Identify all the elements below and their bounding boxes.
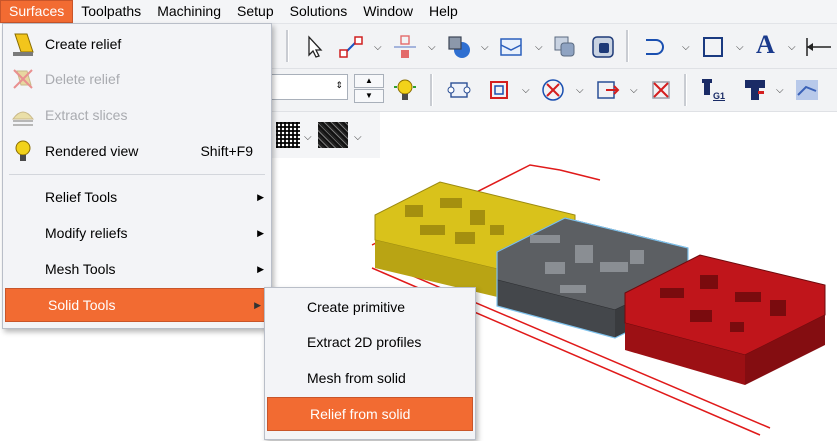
submenu-arrow-icon: ▶: [257, 227, 264, 238]
spin-arrows-icon[interactable]: ⇕: [335, 80, 343, 91]
menu-machining[interactable]: Machining: [149, 0, 229, 23]
menu-item-relief-from-solid[interactable]: Relief from solid: [267, 397, 473, 431]
boolean-shapes-icon[interactable]: [552, 34, 578, 60]
menu-item-label: Modify reliefs: [45, 225, 128, 241]
chevron-down-icon[interactable]: ⌵: [682, 42, 690, 53]
solid-tools-submenu: Create primitive Extract 2D profiles Mes…: [264, 287, 476, 440]
menu-item-label: Extract slices: [45, 107, 128, 123]
menu-window[interactable]: Window: [355, 0, 421, 23]
rectangle-icon[interactable]: [700, 34, 726, 60]
menu-surfaces[interactable]: Surfaces: [0, 0, 74, 23]
chevron-down-icon[interactable]: ⌵: [428, 42, 436, 53]
delete-toolpath-icon[interactable]: [648, 77, 674, 103]
chevron-down-icon[interactable]: ⌵: [736, 42, 744, 53]
chevron-down-icon[interactable]: ⌵: [481, 42, 489, 53]
simulation-icon[interactable]: [794, 77, 820, 103]
menu-item-shortcut: Shift+F9: [200, 143, 253, 159]
toolbar-separator: [430, 74, 433, 106]
create-relief-icon: [13, 33, 34, 56]
node-edit-icon[interactable]: [338, 34, 364, 60]
lightbulb-icon: [15, 140, 31, 161]
menu-separator: [9, 174, 265, 175]
toolbar-row-3: ⌵ ⌵: [270, 112, 380, 158]
menu-item-label: Relief Tools: [45, 189, 118, 205]
chevron-down-icon[interactable]: ⌵: [374, 42, 382, 53]
menu-toolpaths[interactable]: Toolpaths: [73, 0, 149, 23]
menu-setup[interactable]: Setup: [229, 0, 282, 23]
menu-item-create-primitive[interactable]: Create primitive: [265, 290, 475, 324]
scroll-icon[interactable]: [446, 77, 472, 103]
menu-item-relief-tools[interactable]: Relief Tools ▶: [3, 180, 271, 214]
cancel-circle-icon[interactable]: [540, 77, 566, 103]
menu-item-label: Create relief: [45, 36, 122, 52]
text-tool-icon[interactable]: A: [756, 30, 780, 62]
tool-holder-icon[interactable]: [742, 77, 768, 103]
pattern-swatch-2[interactable]: [318, 122, 348, 148]
boundary-icon[interactable]: [486, 77, 512, 103]
menu-item-label: Solid Tools: [48, 297, 116, 313]
spin-buttons: ▲ ▼: [354, 74, 384, 103]
shape-shaded-icon[interactable]: [446, 34, 472, 60]
menu-item-extract-slices: Extract slices: [3, 98, 271, 132]
menu-item-label: Delete relief: [45, 71, 120, 87]
spin-down-button[interactable]: ▼: [354, 89, 384, 103]
delete-relief-icon: [13, 69, 33, 89]
extract-slices-icon: [12, 111, 34, 126]
select-cursor-icon[interactable]: [302, 34, 328, 60]
menu-item-mesh-tools[interactable]: Mesh Tools ▶: [3, 252, 271, 286]
menu-item-create-relief[interactable]: Create relief: [3, 27, 271, 61]
spin-up-button[interactable]: ▲: [354, 74, 384, 88]
menu-item-rendered-view[interactable]: Rendered view Shift+F9: [3, 134, 271, 168]
value-field[interactable]: ⇕: [270, 74, 348, 100]
gcode-badge: G1: [713, 91, 726, 101]
submenu-arrow-icon: ▶: [254, 299, 261, 310]
submenu-arrow-icon: ▶: [257, 191, 264, 202]
pattern-swatch-1[interactable]: [276, 122, 300, 148]
chevron-down-icon[interactable]: ⌵: [776, 85, 784, 96]
toolbar-separator: [626, 30, 629, 62]
menu-item-extract-2d-profiles[interactable]: Extract 2D profiles: [265, 325, 475, 359]
menu-item-delete-relief: Delete relief: [3, 62, 271, 96]
chevron-down-icon[interactable]: ⌵: [576, 85, 584, 96]
menu-item-label: Mesh from solid: [307, 370, 406, 386]
transform-icon[interactable]: [392, 34, 418, 60]
submenu-arrow-icon: ▶: [257, 263, 264, 274]
menu-item-label: Relief from solid: [310, 406, 411, 422]
toolbar-separator: [684, 74, 687, 106]
chevron-down-icon[interactable]: ⌵: [354, 132, 362, 143]
menu-item-label: Create primitive: [307, 299, 406, 315]
surfaces-menu: Create relief Delete relief Extract slic…: [2, 23, 272, 329]
chevron-down-icon[interactable]: ⌵: [304, 132, 312, 143]
menu-solutions[interactable]: Solutions: [282, 0, 356, 23]
chevron-down-icon[interactable]: ⌵: [522, 85, 530, 96]
chevron-down-icon[interactable]: ⌵: [535, 42, 543, 53]
menu-item-solid-tools[interactable]: Solid Tools ▶: [5, 288, 269, 322]
dimension-icon[interactable]: [805, 34, 831, 60]
toolbar-separator: [286, 30, 289, 62]
menu-item-label: Extract 2D profiles: [307, 334, 422, 350]
toolbar-row-1: ⌵ ⌵ ⌵ ⌵ ⌵ ⌵ A ⌵: [270, 24, 837, 69]
menu-item-label: Rendered view: [45, 143, 139, 159]
menu-item-modify-reliefs[interactable]: Modify reliefs ▶: [3, 216, 271, 250]
offset-shapes-icon[interactable]: [590, 34, 616, 60]
export-icon[interactable]: [594, 77, 620, 103]
menu-item-label: Mesh Tools: [45, 261, 116, 277]
lead-in-icon[interactable]: [642, 34, 668, 60]
layers-icon[interactable]: [498, 34, 524, 60]
menu-item-mesh-from-solid[interactable]: Mesh from solid: [265, 361, 475, 395]
chevron-down-icon[interactable]: ⌵: [788, 42, 796, 53]
lightbulb-icon[interactable]: [392, 76, 418, 104]
menu-help[interactable]: Help: [421, 0, 466, 23]
menu-bar: Surfaces Toolpaths Machining Setup Solut…: [0, 0, 837, 24]
chevron-down-icon[interactable]: ⌵: [630, 85, 638, 96]
